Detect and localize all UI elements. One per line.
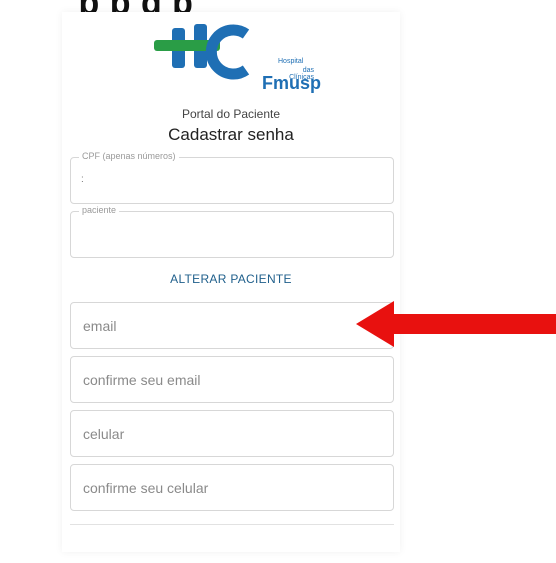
celular-field[interactable] [70,410,394,457]
logo-hospital-text: Hospital [278,58,304,65]
logo-fmusp-text: Fmusp [262,73,322,93]
paciente-field-legend: paciente [79,205,120,215]
alterar-paciente-button[interactable]: ALTERAR PACIENTE [62,272,400,286]
email-input[interactable] [71,303,393,348]
hc-fmusp-logo: Hospital das Clínicas Fmusp [154,22,321,94]
confirm-email-field[interactable] [70,356,394,403]
celular-input[interactable] [71,411,393,456]
paciente-field[interactable]: paciente [70,205,394,258]
screenshot-stage: ' p p g p Hospital das Clínicas Fmusp Po… [0,0,556,563]
cpf-field-legend: CPF (apenas números) [79,151,179,161]
confirm-celular-field[interactable] [70,464,394,511]
divider [70,524,394,525]
mobile-registration-screen: Hospital das Clínicas Fmusp Portal do Pa… [62,12,400,552]
email-field[interactable] [70,302,394,349]
arrow-shape [356,301,556,347]
confirm-celular-input[interactable] [71,465,393,510]
confirm-email-input[interactable] [71,357,393,402]
red-arrow-icon [356,301,556,347]
cpf-field[interactable]: CPF (apenas números) : [70,151,394,204]
page-title: Cadastrar senha [168,125,294,144]
portal-label: Portal do Paciente [181,107,281,121]
cpf-field-value: : [81,174,84,185]
